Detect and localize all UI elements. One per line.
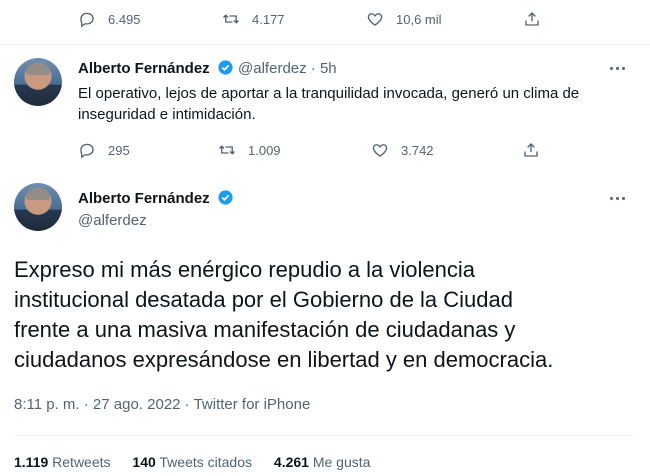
verified-badge-icon xyxy=(218,60,233,75)
tweet-text-line: Expreso mi más enérgico repudio a la vio… xyxy=(14,257,476,282)
retweet-button[interactable]: 4.177 xyxy=(222,10,285,28)
reply-count: 295 xyxy=(108,142,130,158)
likes-label: Me gusta xyxy=(312,454,371,470)
divider xyxy=(14,435,636,436)
heart-icon xyxy=(367,13,383,26)
quotes-count: 140 xyxy=(132,454,156,470)
retweet-count: 4.177 xyxy=(252,11,285,27)
tweet-text: El operativo, lejos de aportar a la tran… xyxy=(78,83,579,125)
like-button[interactable]: 3.742 xyxy=(371,141,434,159)
share-icon xyxy=(525,12,539,26)
verified-badge-icon xyxy=(218,190,233,205)
share-icon xyxy=(524,143,538,157)
like-button[interactable]: 10,6 mil xyxy=(366,10,442,28)
main-tweet-text: Expreso mi más enérgico repudio a la vio… xyxy=(14,255,553,375)
retweets-count: 1.119 xyxy=(14,454,49,470)
tweet-source[interactable]: Twitter for iPhone xyxy=(194,396,311,413)
retweet-count: 1.009 xyxy=(248,142,281,158)
reply-button[interactable]: 295 xyxy=(78,141,130,159)
reply-icon xyxy=(80,12,94,28)
avatar[interactable] xyxy=(14,183,62,231)
tweet-timestamp[interactable]: 8:11 p. m. · 27 ago. 2022 · xyxy=(14,396,194,413)
author-name[interactable]: Alberto Fernández xyxy=(78,190,210,207)
more-options-button[interactable] xyxy=(610,66,628,72)
likes-stat[interactable]: 4.261 Me gusta xyxy=(274,454,371,470)
share-button[interactable] xyxy=(522,141,552,159)
tweet-text-line: institucional desatada por el Gobierno d… xyxy=(14,287,513,312)
tweet-stats: 1.119 Retweets 140 Tweets citados 4.261 … xyxy=(14,454,370,470)
retweet-icon xyxy=(219,145,235,155)
retweet-icon xyxy=(223,14,239,24)
reply-icon xyxy=(80,143,94,159)
divider xyxy=(0,44,650,45)
retweets-stat[interactable]: 1.119 Retweets xyxy=(14,454,111,470)
tweet-metadata: 8:11 p. m. · 27 ago. 2022 · Twitter for … xyxy=(14,396,310,413)
retweets-label: Retweets xyxy=(52,454,111,470)
tweet-text-line: frente a una masiva manifestación de ciu… xyxy=(14,317,516,342)
retweet-button[interactable]: 1.009 xyxy=(218,141,281,159)
more-options-button[interactable] xyxy=(610,196,628,202)
like-count: 10,6 mil xyxy=(396,11,442,27)
tweet-header: Alberto Fernández @alferdez · 5h xyxy=(78,59,337,77)
author-name[interactable]: Alberto Fernández xyxy=(78,60,210,77)
avatar[interactable] xyxy=(14,58,62,106)
likes-count: 4.261 xyxy=(273,454,309,470)
tweet-text-line: inseguridad e intimidación. xyxy=(78,106,256,123)
tweet-text-line: El operativo, lejos de aportar a la tran… xyxy=(78,85,580,102)
reply-button[interactable]: 6.495 xyxy=(78,10,141,28)
author-handle[interactable]: @alferdez xyxy=(78,212,147,229)
quote-tweets-stat[interactable]: 140 Tweets citados xyxy=(132,454,252,470)
tweet-header: Alberto Fernández xyxy=(78,189,234,207)
heart-icon xyxy=(372,144,388,157)
reply-count: 6.495 xyxy=(108,11,141,27)
tweet-text-line: ciudadanos expresándose en libertad y en… xyxy=(14,347,554,372)
quotes-label: Tweets citados xyxy=(159,454,253,470)
share-button[interactable] xyxy=(523,10,553,28)
author-handle-time[interactable]: @alferdez · 5h xyxy=(238,60,337,77)
like-count: 3.742 xyxy=(401,142,434,158)
